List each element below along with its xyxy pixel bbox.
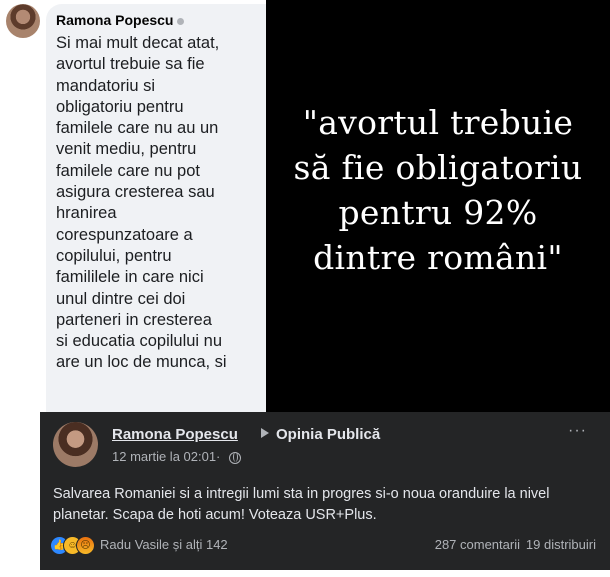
quote-panel: "avortul trebuie să fie obligatoriu pent… bbox=[266, 0, 610, 412]
status-dot-icon bbox=[177, 17, 185, 25]
quote-text: "avortul trebuie să fie obligatoriu pent… bbox=[293, 103, 583, 277]
commenter-avatar[interactable] bbox=[6, 4, 40, 38]
arrow-right-icon bbox=[261, 428, 269, 438]
comment-text: Si mai mult decat atat, avortul trebuie … bbox=[56, 34, 227, 372]
comments-count[interactable]: 287 comentarii bbox=[435, 537, 520, 552]
reaction-names[interactable]: Radu Vasile și alți 142 bbox=[100, 537, 228, 552]
comment-bubble: Ramona Popescu Si mai mult decat atat, a… bbox=[46, 4, 266, 412]
comment-author-name[interactable]: Ramona Popescu bbox=[56, 12, 173, 28]
comment-author[interactable]: Ramona Popescu bbox=[56, 12, 185, 28]
post-body-text: Salvarea Romaniei si a intregii lumi sta… bbox=[53, 486, 550, 523]
shares-count[interactable]: 19 distribuiri bbox=[526, 537, 596, 552]
post-timestamp[interactable]: 12 martie la 02:01 bbox=[112, 449, 216, 464]
angry-icon[interactable]: ☹ bbox=[76, 536, 95, 555]
separator-dot: · bbox=[216, 449, 221, 464]
more-options-icon[interactable]: ··· bbox=[568, 422, 587, 440]
post-author-link[interactable]: Ramona Popescu bbox=[112, 426, 238, 443]
post-author-avatar[interactable] bbox=[53, 422, 98, 467]
post-page-link[interactable]: Opinia Publică bbox=[276, 426, 380, 443]
post-reactions-bar: 👍 ☺ ☹ Radu Vasile și alți 142 287 coment… bbox=[50, 536, 600, 556]
globe-icon[interactable] bbox=[229, 452, 241, 464]
facebook-post: Ramona Popescu Opinia Publică ··· 12 mar… bbox=[40, 412, 610, 570]
comment-panel: Ramona Popescu Si mai mult decat atat, a… bbox=[0, 0, 266, 412]
